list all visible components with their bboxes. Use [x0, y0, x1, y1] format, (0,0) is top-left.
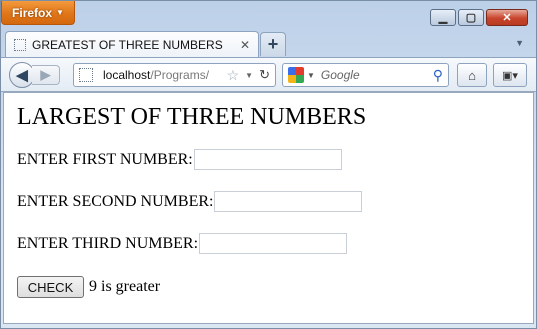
google-engine-icon[interactable] — [288, 67, 304, 83]
maximize-icon: ▢ — [465, 12, 477, 24]
minimize-icon: ▁ — [438, 12, 448, 24]
third-number-input[interactable] — [199, 233, 348, 254]
back-arrow-icon: ◀ — [16, 67, 28, 84]
search-placeholder: Google — [320, 68, 360, 82]
maximize-button[interactable]: ▢ — [458, 9, 484, 26]
addon-icon: ▣▾ — [502, 69, 518, 82]
url-bar[interactable]: localhost /Programs/ ☆ ▼ ↻ — [73, 63, 276, 87]
home-button[interactable]: ⌂ — [457, 63, 487, 87]
bookmark-star-icon[interactable]: ☆ — [227, 67, 240, 84]
page-title: LARGEST OF THREE NUMBERS — [17, 104, 367, 130]
addon-bar-button[interactable]: ▣▾ — [493, 63, 527, 87]
first-number-input[interactable] — [193, 149, 342, 170]
tab-close-icon[interactable]: ✕ — [240, 38, 250, 52]
url-bar-actions: ☆ ▼ ↻ — [227, 67, 270, 84]
close-window-button[interactable]: ✕ — [486, 9, 528, 26]
forward-button[interactable]: ▶ — [32, 65, 60, 85]
minimize-button[interactable]: ▁ — [430, 9, 456, 26]
search-bar[interactable]: ▼ Google ⚲ — [282, 63, 449, 87]
new-tab-button[interactable]: + — [260, 32, 286, 56]
navigation-toolbar: ◀ ▶ localhost /Programs/ ☆ ▼ ↻ ▼ Google … — [1, 57, 536, 92]
url-path: /Programs/ — [150, 68, 210, 82]
page-content: LARGEST OF THREE NUMBERS ENTER FIRST NUM… — [3, 92, 534, 324]
firefox-menu-button[interactable]: Firefox ▼ — [1, 1, 75, 25]
url-host: localhost — [103, 68, 151, 82]
search-icon[interactable]: ⚲ — [433, 67, 443, 84]
second-number-input[interactable] — [214, 191, 363, 212]
third-number-row: ENTER THIRD NUMBER: — [17, 233, 348, 254]
page-favicon-icon — [14, 38, 26, 51]
search-engine-dropdown-icon[interactable]: ▼ — [307, 71, 315, 80]
tab-active[interactable]: GREATEST OF THREE NUMBERS ✕ — [5, 31, 259, 57]
firefox-menu-label: Firefox — [12, 5, 53, 20]
result-text: 9 is greater — [89, 278, 161, 295]
history-dropdown-icon[interactable]: ▼ — [245, 71, 253, 80]
check-row: CHECK 9 is greater — [17, 276, 160, 298]
third-number-label: ENTER THIRD NUMBER: — [17, 234, 199, 252]
second-number-label: ENTER SECOND NUMBER: — [17, 192, 214, 210]
plus-icon: + — [267, 34, 279, 54]
tab-list-chevron-icon[interactable]: ▼ — [515, 38, 524, 48]
window-controls: ▁ ▢ ✕ — [430, 9, 528, 26]
forward-arrow-icon: ▶ — [40, 67, 51, 82]
check-button[interactable]: CHECK — [17, 276, 84, 298]
close-icon: ✕ — [502, 12, 512, 24]
browser-window: Firefox ▼ ▁ ▢ ✕ GREATEST OF THREE NUMBER… — [0, 0, 537, 329]
first-number-row: ENTER FIRST NUMBER: — [17, 149, 342, 170]
reload-icon[interactable]: ↻ — [259, 67, 270, 83]
back-forward-group: ◀ ▶ — [9, 62, 67, 88]
tab-title: GREATEST OF THREE NUMBERS — [32, 37, 223, 52]
second-number-row: ENTER SECOND NUMBER: — [17, 191, 363, 212]
site-identity-icon[interactable] — [79, 68, 93, 82]
home-icon: ⌂ — [468, 67, 476, 83]
chevron-down-icon: ▼ — [56, 8, 64, 17]
first-number-label: ENTER FIRST NUMBER: — [17, 150, 193, 168]
